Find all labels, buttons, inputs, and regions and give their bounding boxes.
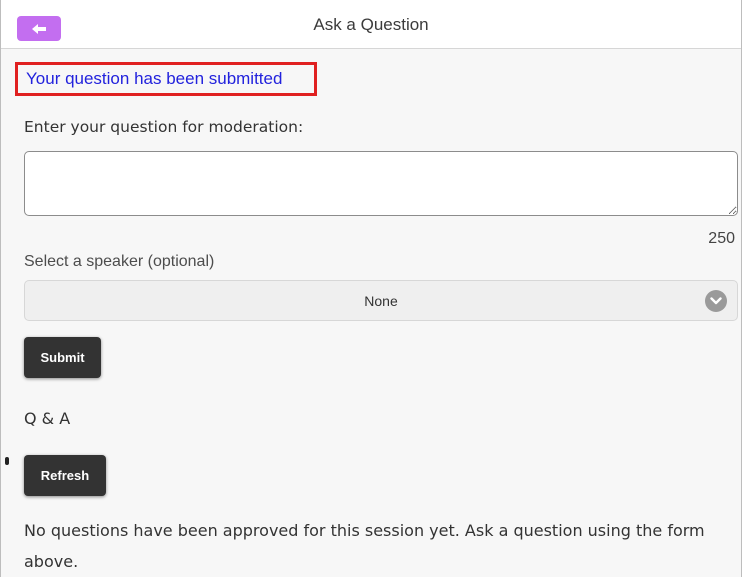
question-label: Enter your question for moderation:: [24, 118, 304, 136]
submit-button[interactable]: Submit: [24, 337, 101, 378]
header-bar: Ask a Question: [1, 0, 741, 49]
refresh-button[interactable]: Refresh: [24, 455, 106, 496]
submission-status-message: Your question has been submitted: [15, 62, 317, 96]
speaker-selected-value: None: [364, 293, 398, 309]
speaker-select[interactable]: None: [24, 280, 738, 321]
character-counter: 250: [708, 230, 735, 247]
question-input[interactable]: [24, 151, 738, 216]
page-title: Ask a Question: [313, 15, 429, 34]
edge-marker: [5, 457, 9, 465]
qa-heading: Q & A: [24, 409, 71, 428]
ask-question-panel: Ask a Question Your question has been su…: [0, 0, 742, 577]
qa-empty-message: No questions have been approved for this…: [24, 521, 705, 571]
chevron-down-icon: [705, 290, 727, 312]
speaker-label: Select a speaker (optional): [24, 253, 215, 270]
